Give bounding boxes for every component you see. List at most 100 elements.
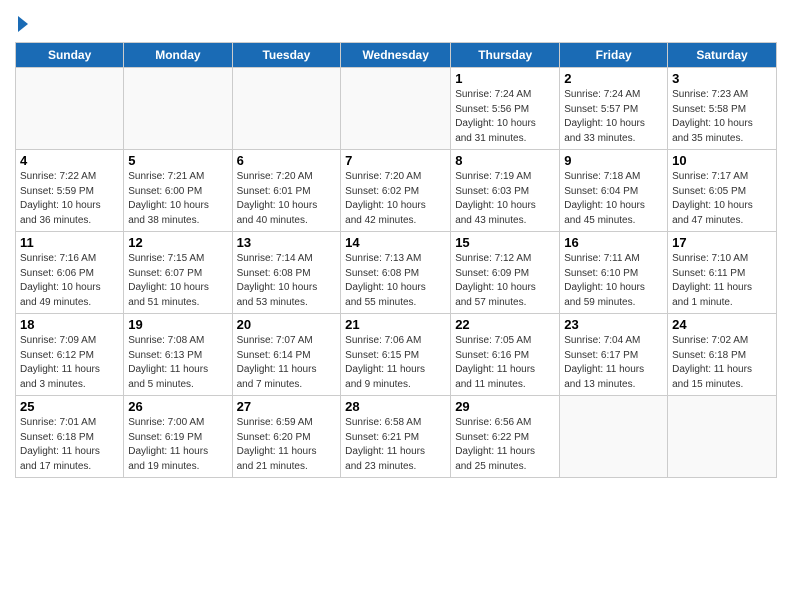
day-info: Sunrise: 7:18 AM Sunset: 6:04 PM Dayligh… (564, 170, 663, 228)
day-number: 10 (672, 153, 772, 168)
day-cell: 2 Sunrise: 7:24 AM Sunset: 5:57 PM Daylig… (560, 68, 668, 150)
week-row-4: 18Sunrise: 7:09 AM Sunset: 6:12 PM Dayli… (16, 314, 777, 396)
header-cell-wednesday: Wednesday (341, 43, 451, 68)
header-cell-monday: Monday (124, 43, 232, 68)
header-cell-saturday: Saturday (668, 43, 777, 68)
day-number: 20 (237, 317, 337, 332)
day-info: Sunrise: 7:21 AM Sunset: 6:00 PM Dayligh… (128, 170, 227, 228)
day-cell: 4 Sunrise: 7:22 AM Sunset: 5:59 PM Daylig… (16, 150, 124, 232)
day-number: 16 (564, 235, 663, 250)
day-number: 2 (564, 71, 663, 86)
day-cell: 16 Sunrise: 7:11 AM Sunset: 6:10 PM Dayli… (560, 232, 668, 314)
calendar-body: 1 Sunrise: 7:24 AM Sunset: 5:56 PM Daylig… (16, 68, 777, 478)
day-number: 26 (128, 399, 227, 414)
day-cell: 3 Sunrise: 7:23 AM Sunset: 5:58 PM Daylig… (668, 68, 777, 150)
day-info: Sunrise: 7:20 AM Sunset: 6:01 PM Dayligh… (237, 170, 337, 228)
day-number: 11 (20, 235, 119, 250)
calendar-header: SundayMondayTuesdayWednesdayThursdayFrid… (16, 43, 777, 68)
day-info: Sunrise: 7:09 AM Sunset: 6:12 PM Dayligh… (20, 334, 119, 392)
day-cell: 15 Sunrise: 7:12 AM Sunset: 6:09 PM Dayli… (451, 232, 560, 314)
day-number: 13 (237, 235, 337, 250)
day-cell: 13 Sunrise: 7:14 AM Sunset: 6:08 PM Dayli… (232, 232, 341, 314)
header-cell-thursday: Thursday (451, 43, 560, 68)
day-info: Sunrise: 6:56 AM Sunset: 6:22 PM Dayligh… (455, 416, 555, 474)
day-info: Sunrise: 7:02 AM Sunset: 6:18 PM Dayligh… (672, 334, 772, 392)
header-cell-sunday: Sunday (16, 43, 124, 68)
day-cell: 14 Sunrise: 7:13 AM Sunset: 6:08 PM Dayli… (341, 232, 451, 314)
day-number: 22 (455, 317, 555, 332)
day-info: Sunrise: 7:19 AM Sunset: 6:03 PM Dayligh… (455, 170, 555, 228)
day-cell: 27Sunrise: 6:59 AM Sunset: 6:20 PM Dayli… (232, 396, 341, 478)
day-number: 1 (455, 71, 555, 86)
day-info: Sunrise: 7:23 AM Sunset: 5:58 PM Dayligh… (672, 88, 772, 146)
day-info: Sunrise: 7:24 AM Sunset: 5:56 PM Dayligh… (455, 88, 555, 146)
day-cell (560, 396, 668, 478)
week-row-2: 4 Sunrise: 7:22 AM Sunset: 5:59 PM Daylig… (16, 150, 777, 232)
day-number: 14 (345, 235, 446, 250)
day-info: Sunrise: 7:05 AM Sunset: 6:16 PM Dayligh… (455, 334, 555, 392)
day-cell: 22 Sunrise: 7:05 AM Sunset: 6:16 PM Dayli… (451, 314, 560, 396)
day-cell (124, 68, 232, 150)
day-info: Sunrise: 7:10 AM Sunset: 6:11 PM Dayligh… (672, 252, 772, 310)
day-info: Sunrise: 7:11 AM Sunset: 6:10 PM Dayligh… (564, 252, 663, 310)
day-cell: 6 Sunrise: 7:20 AM Sunset: 6:01 PM Daylig… (232, 150, 341, 232)
day-cell: 9Sunrise: 7:18 AM Sunset: 6:04 PM Daylig… (560, 150, 668, 232)
day-number: 21 (345, 317, 446, 332)
day-cell: 29 Sunrise: 6:56 AM Sunset: 6:22 PM Dayli… (451, 396, 560, 478)
day-cell: 11 Sunrise: 7:16 AM Sunset: 6:06 PM Dayli… (16, 232, 124, 314)
day-cell: 5Sunrise: 7:21 AM Sunset: 6:00 PM Daylig… (124, 150, 232, 232)
day-info: Sunrise: 7:01 AM Sunset: 6:18 PM Dayligh… (20, 416, 119, 474)
day-cell: 12 Sunrise: 7:15 AM Sunset: 6:07 PM Dayli… (124, 232, 232, 314)
day-cell: 7Sunrise: 7:20 AM Sunset: 6:02 PM Daylig… (341, 150, 451, 232)
day-info: Sunrise: 6:58 AM Sunset: 6:21 PM Dayligh… (345, 416, 446, 474)
day-info: Sunrise: 7:14 AM Sunset: 6:08 PM Dayligh… (237, 252, 337, 310)
page-header (15, 10, 777, 34)
day-cell (341, 68, 451, 150)
day-cell (232, 68, 341, 150)
day-cell: 25 Sunrise: 7:01 AM Sunset: 6:18 PM Dayli… (16, 396, 124, 478)
day-number: 12 (128, 235, 227, 250)
day-info: Sunrise: 7:24 AM Sunset: 5:57 PM Dayligh… (564, 88, 663, 146)
day-cell: 26 Sunrise: 7:00 AM Sunset: 6:19 PM Dayli… (124, 396, 232, 478)
day-number: 29 (455, 399, 555, 414)
day-number: 19 (128, 317, 227, 332)
day-info: Sunrise: 7:13 AM Sunset: 6:08 PM Dayligh… (345, 252, 446, 310)
day-cell: 10 Sunrise: 7:17 AM Sunset: 6:05 PM Dayli… (668, 150, 777, 232)
day-info: Sunrise: 7:17 AM Sunset: 6:05 PM Dayligh… (672, 170, 772, 228)
day-number: 28 (345, 399, 446, 414)
day-number: 3 (672, 71, 772, 86)
header-cell-friday: Friday (560, 43, 668, 68)
day-number: 25 (20, 399, 119, 414)
day-info: Sunrise: 7:22 AM Sunset: 5:59 PM Dayligh… (20, 170, 119, 228)
day-cell: 21 Sunrise: 7:06 AM Sunset: 6:15 PM Dayli… (341, 314, 451, 396)
day-number: 15 (455, 235, 555, 250)
day-cell: 24 Sunrise: 7:02 AM Sunset: 6:18 PM Dayli… (668, 314, 777, 396)
logo-arrow-icon (18, 16, 28, 32)
day-info: Sunrise: 7:06 AM Sunset: 6:15 PM Dayligh… (345, 334, 446, 392)
day-info: Sunrise: 7:16 AM Sunset: 6:06 PM Dayligh… (20, 252, 119, 310)
day-cell: 20Sunrise: 7:07 AM Sunset: 6:14 PM Dayli… (232, 314, 341, 396)
day-number: 8 (455, 153, 555, 168)
week-row-1: 1 Sunrise: 7:24 AM Sunset: 5:56 PM Daylig… (16, 68, 777, 150)
day-info: Sunrise: 7:12 AM Sunset: 6:09 PM Dayligh… (455, 252, 555, 310)
day-cell: 17 Sunrise: 7:10 AM Sunset: 6:11 PM Dayli… (668, 232, 777, 314)
calendar-table: SundayMondayTuesdayWednesdayThursdayFrid… (15, 42, 777, 478)
day-cell (668, 396, 777, 478)
header-cell-tuesday: Tuesday (232, 43, 341, 68)
day-info: Sunrise: 7:00 AM Sunset: 6:19 PM Dayligh… (128, 416, 227, 474)
day-cell (16, 68, 124, 150)
day-info: Sunrise: 7:04 AM Sunset: 6:17 PM Dayligh… (564, 334, 663, 392)
day-number: 6 (237, 153, 337, 168)
day-cell: 1 Sunrise: 7:24 AM Sunset: 5:56 PM Daylig… (451, 68, 560, 150)
day-info: Sunrise: 6:59 AM Sunset: 6:20 PM Dayligh… (237, 416, 337, 474)
day-info: Sunrise: 7:15 AM Sunset: 6:07 PM Dayligh… (128, 252, 227, 310)
day-cell: 28 Sunrise: 6:58 AM Sunset: 6:21 PM Dayli… (341, 396, 451, 478)
day-cell: 18Sunrise: 7:09 AM Sunset: 6:12 PM Dayli… (16, 314, 124, 396)
logo (15, 10, 28, 34)
day-number: 24 (672, 317, 772, 332)
day-number: 23 (564, 317, 663, 332)
week-row-3: 11 Sunrise: 7:16 AM Sunset: 6:06 PM Dayli… (16, 232, 777, 314)
day-number: 4 (20, 153, 119, 168)
day-cell: 23 Sunrise: 7:04 AM Sunset: 6:17 PM Dayli… (560, 314, 668, 396)
day-number: 17 (672, 235, 772, 250)
